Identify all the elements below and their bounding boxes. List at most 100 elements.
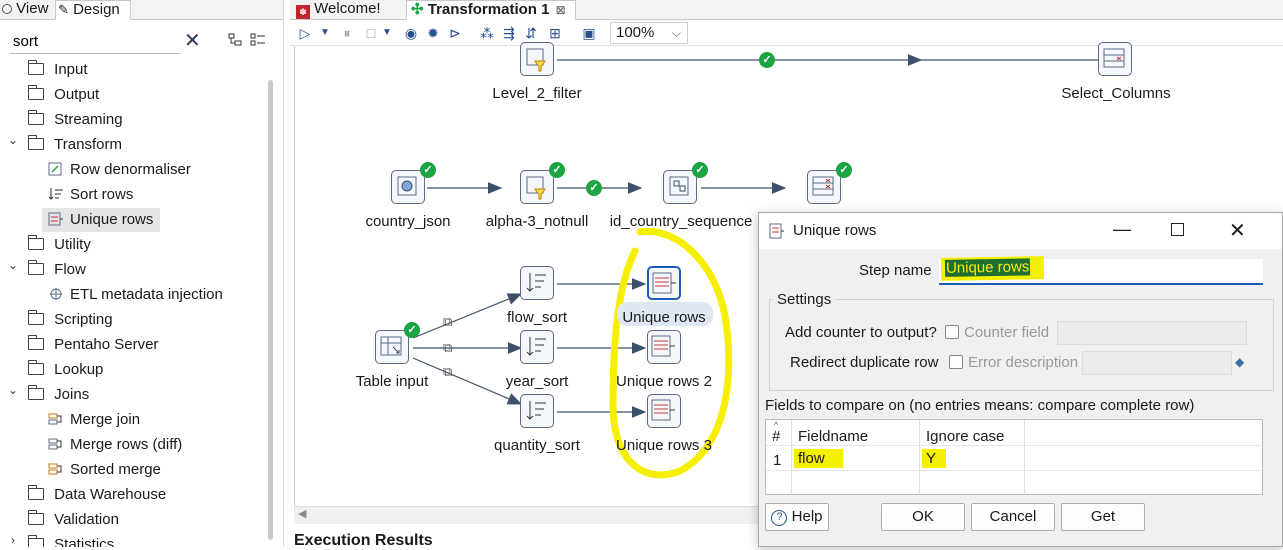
- tab-transformation[interactable]: ✣ Transformation 1 ⊠: [406, 0, 576, 20]
- step-year-sort[interactable]: [520, 330, 554, 364]
- fields-table: ^ # Fieldname Ignore case 1 flow Y: [765, 419, 1263, 495]
- close-icon[interactable]: ✕: [1229, 218, 1246, 243]
- run-icon[interactable]: ▷: [296, 24, 314, 42]
- tree-folder-utility[interactable]: Utility: [27, 233, 91, 257]
- chevron-right-icon[interactable]: ›: [6, 533, 20, 547]
- scroll-left-icon[interactable]: ◀: [298, 507, 306, 520]
- column-header[interactable]: #: [772, 428, 780, 445]
- design-panel: View ✎ Design ✕ Input Output Streaming ⌄…: [0, 0, 284, 547]
- tree-folder-streaming[interactable]: Streaming: [27, 108, 123, 132]
- tree-folder-pentaho-server[interactable]: Pentaho Server: [27, 333, 158, 357]
- step-id-country-sequence[interactable]: [663, 170, 697, 204]
- error-description-label: Error description: [968, 354, 1079, 371]
- replay-icon[interactable]: ⊳: [446, 24, 464, 42]
- step-ok-icon: ✓: [692, 162, 708, 178]
- execution-results-title[interactable]: Execution Results: [294, 532, 433, 550]
- variable-icon[interactable]: ◆: [1235, 355, 1244, 369]
- chevron-down-icon: ⌵: [671, 26, 681, 40]
- run-options-dropdown-icon[interactable]: ▼: [316, 24, 334, 42]
- column-header[interactable]: Ignore case: [926, 428, 1004, 445]
- tree-scrollbar[interactable]: [268, 80, 273, 540]
- pause-icon[interactable]: ⏸: [338, 24, 356, 42]
- zoom-select[interactable]: 100% ⌵: [610, 22, 688, 44]
- tree-folder-joins[interactable]: Joins: [27, 383, 89, 407]
- step-label: id_country_sequence: [609, 213, 753, 230]
- tree-folder-statistics[interactable]: Statistics: [27, 533, 114, 547]
- close-tab-icon[interactable]: ⊠: [556, 3, 566, 17]
- chevron-down-icon[interactable]: ⌄: [6, 383, 20, 397]
- preview-icon[interactable]: ◉: [402, 24, 420, 42]
- step-name-input[interactable]: Unique rows: [939, 256, 1263, 285]
- copy-rows-icon: ⧉: [443, 364, 453, 379]
- minimize-icon[interactable]: —: [1113, 219, 1131, 240]
- step-alpha-3-notnull[interactable]: [520, 170, 554, 204]
- tree-folder-validation[interactable]: Validation: [27, 508, 119, 532]
- tree-step-merge-join[interactable]: Merge join: [48, 408, 140, 432]
- collapse-tree-icon[interactable]: [250, 33, 266, 47]
- tree-step-sort-rows[interactable]: Sort rows: [48, 183, 133, 207]
- fieldname-cell[interactable]: flow: [794, 449, 843, 468]
- hop-line[interactable]: [412, 293, 523, 339]
- tree-step-etl-metadata-injection[interactable]: ETL metadata injection: [48, 283, 223, 307]
- debug-icon[interactable]: ✹: [424, 24, 442, 42]
- step-select-columns[interactable]: [1098, 42, 1132, 76]
- cancel-button[interactable]: Cancel: [971, 503, 1055, 531]
- tree-label: Output: [54, 86, 100, 103]
- json-input-icon: [397, 176, 417, 196]
- impact-icon[interactable]: ⇶: [500, 24, 518, 42]
- folder-icon: [27, 360, 44, 375]
- error-description-input[interactable]: [1082, 351, 1232, 375]
- pencil-icon: ✎: [58, 2, 69, 17]
- folder-icon: [27, 60, 44, 75]
- tree-folder-output[interactable]: Output: [27, 83, 100, 107]
- column-header[interactable]: Fieldname: [798, 428, 868, 445]
- tree-folder-input[interactable]: Input: [27, 58, 88, 82]
- step-flow-sort[interactable]: [520, 266, 554, 300]
- step-unique-rows-2[interactable]: [647, 330, 681, 364]
- unique-rows-icon: [651, 335, 675, 357]
- step-unique-rows[interactable]: [647, 266, 681, 300]
- ignore-case-cell[interactable]: Y: [922, 449, 947, 468]
- tree-label: Merge join: [70, 411, 141, 428]
- step-unique-rows-3[interactable]: [647, 394, 681, 428]
- add-counter-checkbox[interactable]: [945, 325, 959, 339]
- redirect-duplicate-checkbox[interactable]: [949, 355, 963, 369]
- hop-ok-icon: ✓: [586, 180, 602, 196]
- chevron-down-icon[interactable]: ⌄: [6, 133, 20, 147]
- tree-step-row-denormaliser[interactable]: Row denormaliser: [48, 158, 191, 182]
- step-level-2-filter[interactable]: [520, 42, 554, 76]
- tab-welcome[interactable]: ✽ Welcome!: [292, 0, 404, 20]
- tree-step-unique-rows[interactable]: Unique rows: [48, 208, 153, 232]
- step-search-input[interactable]: [10, 30, 180, 54]
- stop-options-dropdown-icon[interactable]: ▼: [378, 24, 396, 42]
- tree-folder-transform[interactable]: Transform: [27, 133, 122, 157]
- tree-folder-lookup[interactable]: Lookup: [27, 358, 103, 382]
- chevron-down-icon[interactable]: ⌄: [6, 258, 20, 272]
- step-country-json[interactable]: [391, 170, 425, 204]
- tree-label: Validation: [54, 511, 119, 528]
- tab-design[interactable]: ✎ Design: [55, 0, 131, 20]
- tree-step-sorted-merge[interactable]: Sorted merge: [48, 458, 161, 482]
- step-ok-icon: ✓: [549, 162, 565, 178]
- maximize-icon[interactable]: [1171, 223, 1184, 236]
- tree-folder-data-warehouse[interactable]: Data Warehouse: [27, 483, 167, 507]
- tree-label: Data Warehouse: [54, 486, 167, 503]
- tree-step-merge-rows-diff[interactable]: Merge rows (diff): [48, 433, 182, 457]
- verify-icon[interactable]: ⁂: [478, 24, 496, 42]
- step-select-values[interactable]: [807, 170, 841, 204]
- counter-field-input[interactable]: [1057, 321, 1247, 345]
- show-results-icon[interactable]: ▣: [580, 24, 598, 42]
- sql-icon[interactable]: ⇵: [522, 24, 540, 42]
- table-row[interactable]: 1 flow Y: [766, 446, 1262, 470]
- tree-folder-scripting[interactable]: Scripting: [27, 308, 113, 332]
- help-button[interactable]: ? Help: [765, 503, 829, 531]
- get-button[interactable]: Get: [1061, 503, 1145, 531]
- explore-db-icon[interactable]: ⊞: [546, 24, 564, 42]
- step-quantity-sort[interactable]: [520, 394, 554, 428]
- ok-button[interactable]: OK: [881, 503, 965, 531]
- step-table-input[interactable]: [375, 330, 409, 364]
- clear-search-icon[interactable]: ✕: [184, 30, 201, 52]
- tree-folder-flow[interactable]: Flow: [27, 258, 86, 282]
- tab-view[interactable]: View: [0, 0, 54, 20]
- expand-tree-icon[interactable]: [228, 33, 242, 47]
